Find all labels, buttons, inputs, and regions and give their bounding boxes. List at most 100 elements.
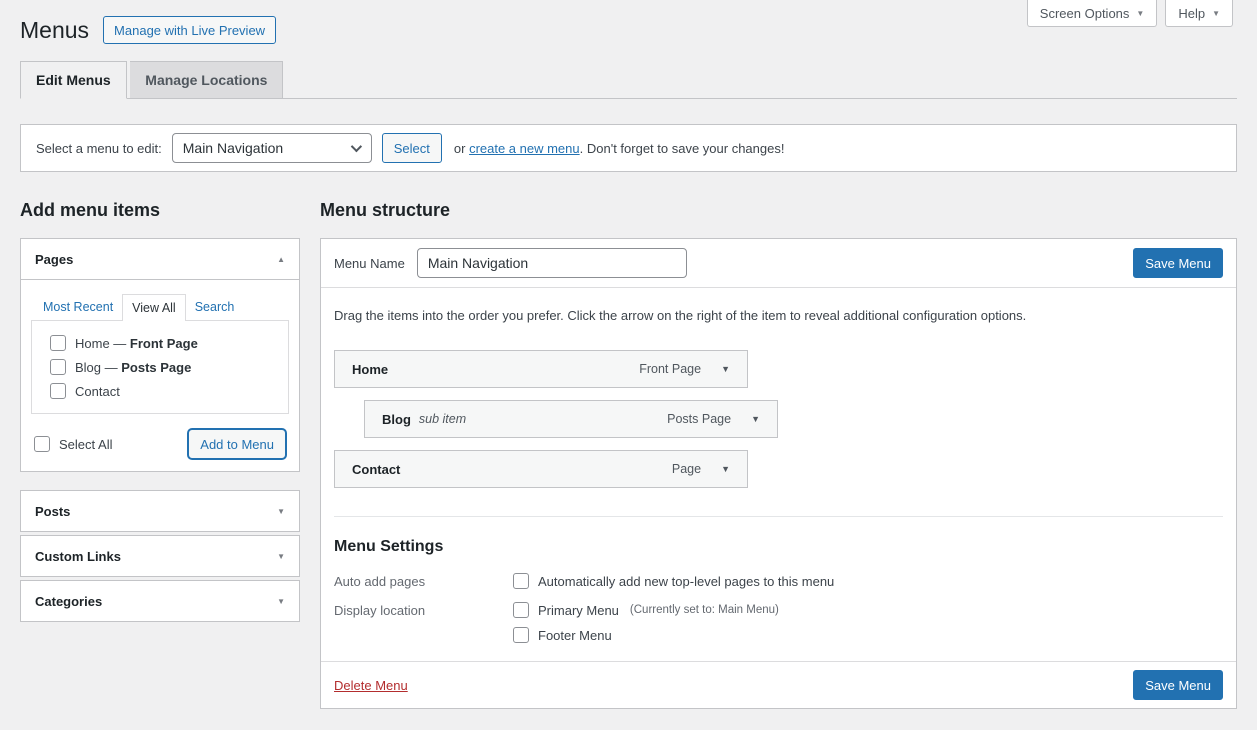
chevron-down-icon: ▼ bbox=[1136, 9, 1144, 18]
expand-arrow-icon[interactable]: ▼ bbox=[277, 597, 285, 606]
create-new-menu-link[interactable]: create a new menu bbox=[469, 141, 580, 156]
menu-item-blog[interactable]: Blog sub item Posts Page ▼ bbox=[364, 400, 778, 438]
screen-options-button[interactable]: Screen Options ▼ bbox=[1027, 0, 1158, 27]
menu-structure-footer: Delete Menu Save Menu bbox=[321, 661, 1236, 708]
save-menu-button-bottom[interactable]: Save Menu bbox=[1133, 670, 1223, 700]
menu-structure-body: Drag the items into the order you prefer… bbox=[321, 288, 1236, 643]
primary-menu-note: (Currently set to: Main Menu) bbox=[630, 604, 779, 616]
menus-admin-page: Screen Options ▼ Help ▼ Menus Manage wit… bbox=[0, 0, 1257, 709]
menu-select-dropdown[interactable]: Main Navigation bbox=[172, 133, 372, 163]
menu-item-title: Contact bbox=[352, 462, 400, 477]
page-item-state: Posts Page bbox=[121, 360, 191, 375]
footer-menu-checkbox[interactable] bbox=[513, 627, 529, 643]
delete-menu-link[interactable]: Delete Menu bbox=[334, 678, 408, 693]
tab-manage-locations[interactable]: Manage Locations bbox=[130, 61, 283, 99]
expand-arrow-icon[interactable]: ▼ bbox=[277, 552, 285, 561]
page-item-label: Blog — Posts Page bbox=[75, 360, 191, 375]
page-item-label: Home — Front Page bbox=[75, 336, 198, 351]
help-button[interactable]: Help ▼ bbox=[1165, 0, 1233, 27]
page-item-state: Front Page bbox=[130, 336, 198, 351]
nav-tab-bar: Edit Menus Manage Locations bbox=[20, 61, 1237, 99]
tab-most-recent[interactable]: Most Recent bbox=[34, 294, 122, 320]
custom-links-accordion-title: Custom Links bbox=[35, 549, 121, 564]
add-to-menu-button[interactable]: Add to Menu bbox=[188, 429, 286, 459]
menu-select-value: Main Navigation bbox=[183, 140, 283, 156]
page-item-title: Blog — bbox=[75, 360, 121, 375]
contact-checkbox[interactable] bbox=[50, 383, 66, 399]
or-text: or bbox=[454, 141, 469, 156]
categories-accordion: Categories ▼ bbox=[20, 580, 300, 622]
pages-tabs: Most Recent View All Search bbox=[31, 280, 289, 320]
menu-name-header: Menu Name Save Menu bbox=[321, 239, 1236, 288]
menu-select-bar: Select a menu to edit: Main Navigation S… bbox=[20, 124, 1237, 172]
menu-item-type: Page bbox=[672, 462, 701, 476]
settings-divider bbox=[334, 516, 1223, 517]
custom-links-accordion-header[interactable]: Custom Links ▼ bbox=[21, 536, 299, 576]
save-menu-button-top[interactable]: Save Menu bbox=[1133, 248, 1223, 278]
expand-arrow-icon[interactable]: ▼ bbox=[277, 507, 285, 516]
page-checkbox-item: Contact bbox=[40, 379, 280, 403]
menu-structure-box: Menu Name Save Menu Drag the items into … bbox=[320, 238, 1237, 709]
pages-checklist-panel: Home — Front Page Blog — Posts Page Cont… bbox=[31, 320, 289, 414]
item-options-arrow-icon[interactable]: ▼ bbox=[751, 414, 760, 424]
select-all-label: Select All bbox=[59, 437, 112, 452]
menu-structure-heading: Menu structure bbox=[320, 200, 1237, 221]
page-item-label: Contact bbox=[75, 384, 120, 399]
page-item-title: Contact bbox=[75, 384, 120, 399]
primary-menu-checkbox[interactable] bbox=[513, 602, 529, 618]
create-menu-text: or create a new menu. Don't forget to sa… bbox=[454, 141, 785, 156]
posts-accordion: Posts ▼ bbox=[20, 490, 300, 532]
tab-view-all[interactable]: View All bbox=[122, 294, 186, 321]
menu-name-input[interactable] bbox=[417, 248, 687, 278]
pages-accordion-title: Pages bbox=[35, 252, 73, 267]
menu-item-type: Posts Page bbox=[667, 412, 731, 426]
auto-add-pages-checkbox[interactable] bbox=[513, 573, 529, 589]
page-title: Menus bbox=[20, 15, 89, 45]
auto-add-pages-option: Automatically add new top-level pages to… bbox=[513, 573, 834, 589]
auto-add-pages-row: Auto add pages Automatically add new top… bbox=[334, 573, 1223, 589]
menu-item-title: Blog bbox=[382, 412, 411, 427]
chevron-down-icon: ▼ bbox=[1212, 9, 1220, 18]
page-checkbox-item: Blog — Posts Page bbox=[40, 355, 280, 379]
add-menu-items-heading: Add menu items bbox=[20, 200, 300, 221]
pages-accordion-header[interactable]: Pages ▲ bbox=[21, 239, 299, 279]
footer-menu-label: Footer Menu bbox=[538, 628, 612, 643]
posts-accordion-title: Posts bbox=[35, 504, 70, 519]
save-changes-reminder: . Don't forget to save your changes! bbox=[580, 141, 785, 156]
select-all-control: Select All bbox=[34, 436, 112, 452]
pages-accordion-body: Most Recent View All Search Home — Front… bbox=[21, 279, 299, 471]
item-options-arrow-icon[interactable]: ▼ bbox=[721, 364, 730, 374]
collapse-arrow-icon[interactable]: ▲ bbox=[277, 255, 285, 264]
screen-meta-links: Screen Options ▼ Help ▼ bbox=[1027, 0, 1233, 27]
manage-with-live-preview-button[interactable]: Manage with Live Preview bbox=[103, 16, 276, 44]
menu-name-label: Menu Name bbox=[334, 256, 405, 271]
tab-edit-menus[interactable]: Edit Menus bbox=[20, 61, 127, 99]
menu-structure-column: Menu structure Menu Name Save Menu Drag … bbox=[320, 200, 1237, 709]
posts-accordion-header[interactable]: Posts ▼ bbox=[21, 491, 299, 531]
display-location-label: Display location bbox=[334, 602, 513, 643]
categories-accordion-title: Categories bbox=[35, 594, 102, 609]
primary-menu-option: Primary Menu (Currently set to: Main Men… bbox=[513, 602, 779, 618]
menu-settings-heading: Menu Settings bbox=[334, 538, 1223, 556]
categories-accordion-header[interactable]: Categories ▼ bbox=[21, 581, 299, 621]
display-location-row: Display location Primary Menu (Currently… bbox=[334, 602, 1223, 643]
primary-menu-label: Primary Menu bbox=[538, 603, 619, 618]
menu-item-title: Home bbox=[352, 362, 388, 377]
select-menu-button[interactable]: Select bbox=[382, 133, 442, 163]
select-all-checkbox[interactable] bbox=[34, 436, 50, 452]
tab-search[interactable]: Search bbox=[186, 294, 244, 320]
footer-menu-option: Footer Menu bbox=[513, 627, 779, 643]
auto-add-pages-label: Auto add pages bbox=[334, 573, 513, 589]
chevron-down-icon bbox=[351, 141, 362, 152]
pages-accordion: Pages ▲ Most Recent View All Search Home… bbox=[20, 238, 300, 472]
drag-instructions: Drag the items into the order you prefer… bbox=[334, 308, 1223, 323]
menu-item-home[interactable]: Home Front Page ▼ bbox=[334, 350, 748, 388]
blog-checkbox[interactable] bbox=[50, 359, 66, 375]
add-menu-items-column: Add menu items Pages ▲ Most Recent View … bbox=[20, 200, 300, 622]
menu-item-contact[interactable]: Contact Page ▼ bbox=[334, 450, 748, 488]
page-checkbox-item: Home — Front Page bbox=[40, 331, 280, 355]
pages-footer: Select All Add to Menu bbox=[31, 429, 289, 459]
item-options-arrow-icon[interactable]: ▼ bbox=[721, 464, 730, 474]
custom-links-accordion: Custom Links ▼ bbox=[20, 535, 300, 577]
home-checkbox[interactable] bbox=[50, 335, 66, 351]
